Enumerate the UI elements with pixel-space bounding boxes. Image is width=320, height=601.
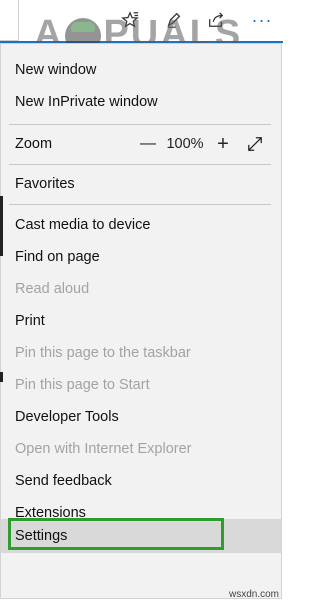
share-icon[interactable] (204, 8, 228, 32)
browser-toolbar: ··· (0, 0, 283, 43)
window-edge (0, 196, 3, 256)
menu-separator (9, 164, 271, 165)
more-icon[interactable]: ··· (250, 8, 274, 32)
menu-item-read-aloud: Read aloud (15, 281, 90, 297)
menu-item-developer-tools[interactable]: Developer Tools (1, 401, 281, 433)
menu-item-pin-start: Pin this page to Start (15, 377, 150, 393)
window-edge (0, 372, 3, 382)
menu-item-send-feedback[interactable]: Send feedback (1, 465, 281, 497)
footer-watermark: wsxdn.com (228, 589, 279, 600)
menu-item-settings[interactable]: Settings (1, 520, 281, 552)
favorites-star-icon[interactable] (118, 8, 142, 32)
menu-separator (9, 124, 271, 125)
pen-icon[interactable] (162, 8, 186, 32)
menu-item-favorites[interactable]: Favorites (1, 168, 281, 200)
menu-separator (9, 204, 271, 205)
menu-item-pin-taskbar: Pin this page to the taskbar (15, 345, 191, 361)
menu-item-cast[interactable]: Cast media to device (1, 209, 281, 241)
zoom-out-button[interactable]: — (137, 132, 159, 156)
address-bar-edge[interactable] (0, 0, 19, 41)
menu-item-new-window[interactable]: New window (1, 54, 281, 86)
zoom-in-button[interactable]: + (212, 132, 234, 156)
zoom-level: 100% (166, 136, 204, 152)
fullscreen-icon[interactable] (243, 132, 267, 156)
settings-menu: New window New InPrivate window Zoom — 1… (0, 43, 282, 599)
menu-item-new-inprivate[interactable]: New InPrivate window (1, 86, 281, 118)
menu-item-print[interactable]: Print (1, 305, 281, 337)
menu-item-find[interactable]: Find on page (1, 241, 281, 273)
menu-item-open-ie: Open with Internet Explorer (15, 441, 192, 457)
zoom-label: Zoom (15, 136, 53, 152)
